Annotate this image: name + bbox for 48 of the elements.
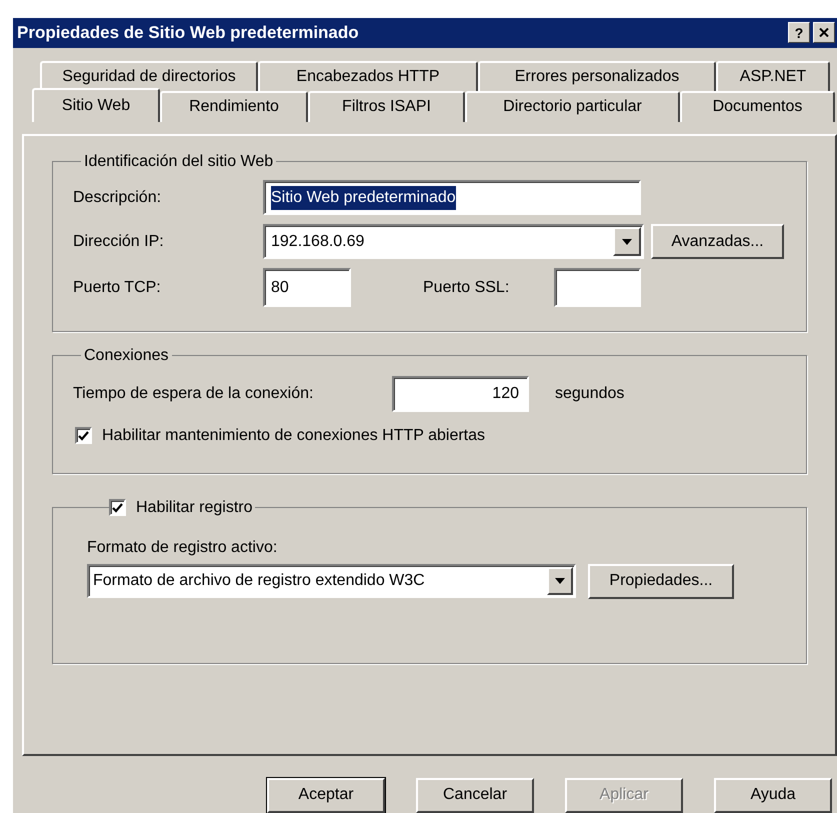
field-value: 80 <box>271 278 289 298</box>
tab[interactable]: Seguridad de directorios <box>40 60 258 92</box>
checkbox[interactable] <box>109 499 126 516</box>
check-icon <box>78 430 89 441</box>
check-icon <box>112 502 123 513</box>
caret-icon <box>622 238 632 245</box>
help-button[interactable]: ? <box>788 22 810 44</box>
field-value: Sitio Web predeterminado <box>271 186 456 210</box>
description-field[interactable]: Sitio Web predeterminado <box>263 180 641 216</box>
tab[interactable]: Errores personalizados <box>478 60 716 92</box>
field-label: Dirección IP: <box>73 232 165 252</box>
timeout-field[interactable]: 120 <box>392 376 529 412</box>
tab[interactable]: Documentos <box>680 90 835 122</box>
dropdown-button[interactable] <box>613 227 641 256</box>
log-format-dropdown[interactable]: Formato de archivo de registro extendido W3C <box>87 564 576 598</box>
tab[interactable]: Encabezados HTTP <box>258 60 478 92</box>
group-title: Conexiones <box>83 346 170 366</box>
tcp-port-field[interactable]: 80 <box>263 268 351 308</box>
dropdown-button[interactable] <box>547 567 573 596</box>
ip-dropdown[interactable]: 192.168.0.69 <box>263 224 644 260</box>
close-icon <box>819 28 829 38</box>
dialog-button[interactable]: Aceptar <box>267 778 385 813</box>
group-title: Identificación del sitio Web <box>83 152 274 172</box>
field-label: Puerto TCP: <box>73 278 162 298</box>
field-label: Formato de registro activo: <box>87 538 278 558</box>
window-title: Propiedades de Sitio Web predeterminado <box>17 22 360 44</box>
checkbox-label: Habilitar registro <box>136 498 252 518</box>
checkbox-label: Habilitar mantenimiento de conexiones HTTP abiertas <box>102 426 486 446</box>
field-label: Descripción: <box>73 188 162 208</box>
unit-label: segundos <box>555 384 624 404</box>
tab[interactable]: Filtros ISAPI <box>308 90 465 122</box>
properties-button[interactable]: Propiedades... <box>588 564 734 599</box>
ssl-port-field[interactable] <box>554 268 641 308</box>
tab[interactable]: Directorio particular <box>465 90 680 122</box>
field-label: Puerto SSL: <box>423 278 510 298</box>
field-value: 120 <box>492 384 519 404</box>
field-value: Formato de archivo de registro extendido W3C <box>93 571 426 592</box>
caret-icon <box>555 578 565 584</box>
tab[interactable]: ASP.NET <box>716 60 830 92</box>
checkbox[interactable] <box>75 427 92 444</box>
field-label: Tiempo de espera de la conexión: <box>73 384 314 404</box>
tab[interactable]: Sitio Web <box>32 88 160 122</box>
dialog-button[interactable]: Ayuda <box>714 778 832 813</box>
advanced-button[interactable]: Avanzadas... <box>651 224 784 260</box>
tab[interactable]: Rendimiento <box>160 90 308 122</box>
field-value: 192.168.0.69 <box>271 232 366 252</box>
close-button[interactable] <box>813 22 835 44</box>
dialog-button[interactable]: Cancelar <box>416 778 534 813</box>
